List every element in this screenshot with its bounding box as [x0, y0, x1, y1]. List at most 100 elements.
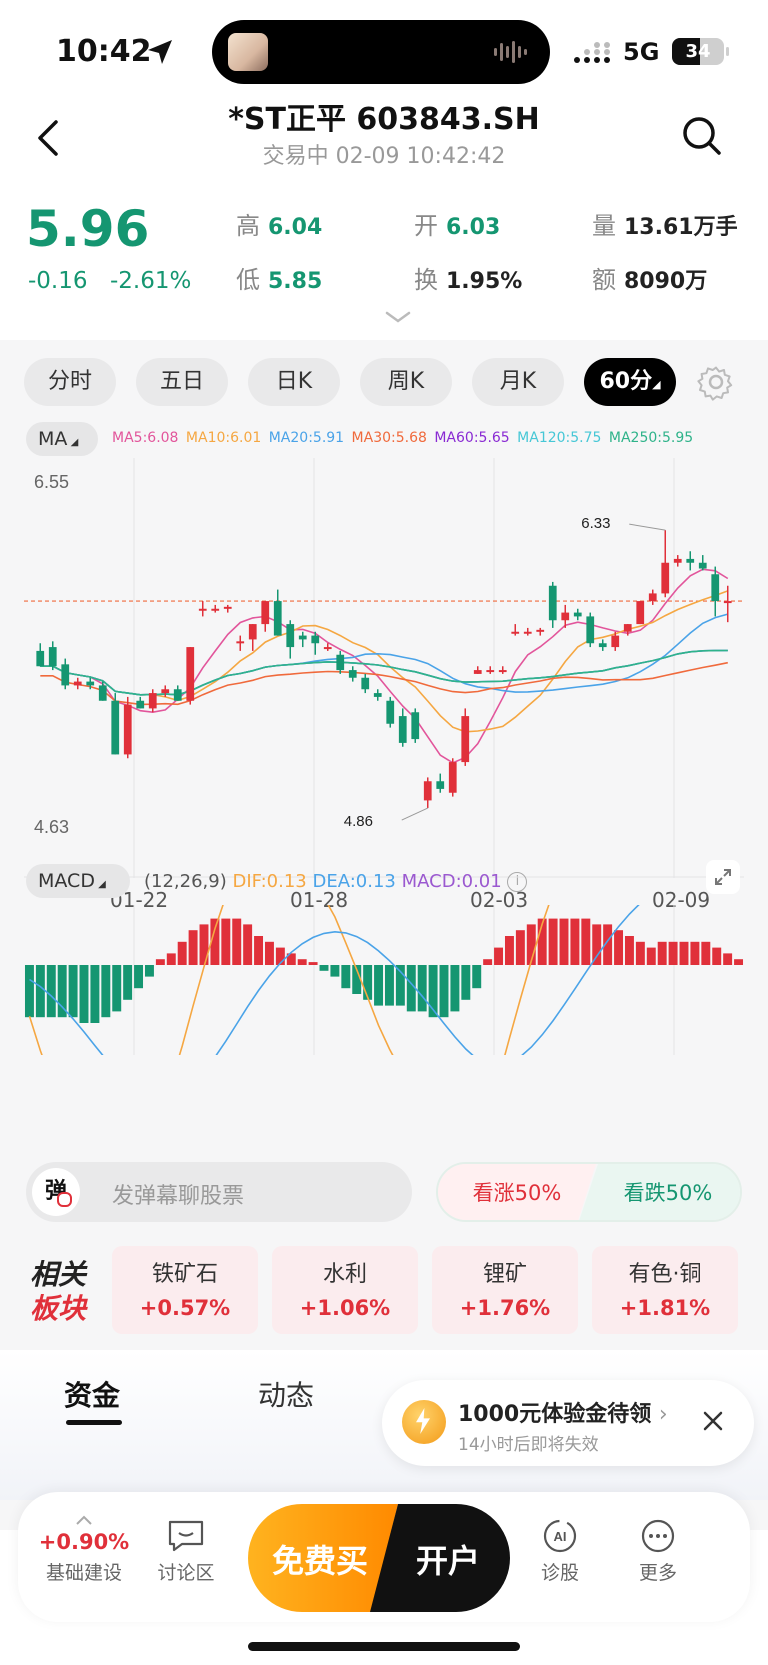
- diagnose-label: 诊股: [540, 1562, 579, 1584]
- macd-bar: [712, 947, 722, 965]
- discussion-button[interactable]: 讨论区: [146, 1492, 226, 1622]
- sector-card[interactable]: 有色·铜 +1.81%: [592, 1246, 738, 1334]
- sector-card[interactable]: 锂矿 +1.76%: [432, 1246, 578, 1334]
- chevron-down-icon[interactable]: [384, 310, 412, 324]
- macd-bar: [199, 924, 209, 965]
- fullscreen-icon[interactable]: [706, 860, 740, 894]
- macd-bar: [548, 918, 558, 965]
- ma30-value: MA30:5.68: [351, 430, 427, 446]
- macd-bar: [635, 941, 645, 965]
- sector-name: 有色·铜: [628, 1262, 702, 1287]
- tab-60min-label: 60分: [599, 369, 653, 394]
- close-icon[interactable]: [698, 1406, 728, 1436]
- min-price-label: 4.86: [344, 813, 373, 830]
- tab-news[interactable]: 动态: [258, 1374, 314, 1414]
- candle-body: [586, 616, 595, 644]
- tab-active-indicator: [66, 1420, 122, 1425]
- macd-bar: [439, 965, 449, 1018]
- buy-open-account-button[interactable]: 免费买 开户: [248, 1504, 510, 1612]
- discussion-label: 讨论区: [157, 1562, 215, 1584]
- sector-card[interactable]: 水利 +1.06%: [272, 1246, 418, 1334]
- more-button[interactable]: 更多: [618, 1492, 698, 1622]
- candle-body: [73, 681, 82, 686]
- sector-pct: +0.57%: [139, 1296, 231, 1320]
- macd-bar: [308, 962, 318, 965]
- danmu-icon: 弹: [32, 1168, 80, 1216]
- tab-monthly-k[interactable]: 月K: [472, 358, 564, 406]
- tab-intraday[interactable]: 分时: [24, 358, 116, 406]
- candle-body: [161, 689, 170, 694]
- sentiment-vote: 看涨50% 看跌50%: [436, 1162, 742, 1222]
- candle-body: [286, 624, 295, 648]
- candle-body: [623, 624, 632, 632]
- promo-banner[interactable]: 1000元体验金待领 › 14小时后即将失效: [382, 1380, 754, 1466]
- ma-indicator-select[interactable]: MA ◢: [26, 422, 98, 456]
- sector-name: 锂矿: [482, 1262, 527, 1287]
- macd-bar: [461, 965, 471, 1000]
- tab-weekly-k[interactable]: 周K: [360, 358, 452, 406]
- candle-body: [261, 601, 270, 625]
- tab-60min[interactable]: 60分◢: [584, 358, 676, 406]
- dea-value: DEA:0.13: [312, 871, 396, 892]
- candle-body: [673, 558, 682, 563]
- info-icon[interactable]: i: [507, 872, 528, 892]
- gear-icon[interactable]: [694, 360, 738, 404]
- vote-up-button[interactable]: 看涨50%: [438, 1164, 596, 1220]
- candle-body: [573, 612, 582, 617]
- candle-body: [698, 562, 707, 569]
- candle-body: [248, 624, 257, 640]
- related-sectors-title: 相关 板块: [30, 1258, 86, 1326]
- tab-funds[interactable]: 资金: [64, 1374, 120, 1414]
- candle-body: [523, 631, 532, 634]
- cellular-signal-icon: [574, 42, 610, 63]
- macd-bar: [581, 918, 591, 965]
- ma-line: [40, 649, 728, 696]
- macd-bar: [112, 965, 122, 1012]
- free-buy-label: 免费买: [272, 1542, 369, 1580]
- album-art-thumbnail: [228, 33, 268, 71]
- macd-bar: [123, 965, 133, 1000]
- candle-body: [448, 762, 457, 793]
- navigation-bar: *ST正平 603843.SH 交易中 02-09 10:42:42: [0, 86, 768, 182]
- open-stat: 开 6.03: [414, 206, 500, 241]
- danmu-input[interactable]: 弹 发弹幕聊股票: [26, 1162, 412, 1222]
- macd-indicator-select[interactable]: MACD ◢: [26, 864, 130, 898]
- volume-stat: 量 13.61万手: [592, 206, 738, 241]
- min-marker-line: [401, 807, 428, 821]
- candle-body: [323, 647, 332, 650]
- macd-bar: [723, 953, 733, 965]
- promo-subtitle: 14小时后即将失效: [458, 1435, 599, 1455]
- macd-bar: [494, 947, 504, 965]
- macd-bar: [297, 959, 307, 965]
- candle-body: [86, 681, 95, 686]
- candle-body: [123, 704, 132, 755]
- index-name: 基础建设: [45, 1562, 122, 1584]
- candle-body: [211, 608, 220, 611]
- macd-bar: [657, 941, 667, 965]
- dynamic-island[interactable]: [212, 20, 550, 84]
- candle-body: [373, 693, 382, 697]
- location-arrow-icon: [148, 40, 172, 64]
- tab-daily-k[interactable]: 日K: [248, 358, 340, 406]
- high-value: 6.04: [268, 215, 323, 240]
- macd-chart[interactable]: [24, 905, 744, 1055]
- vote-down-button[interactable]: 看跌50%: [578, 1164, 740, 1220]
- macd-bar: [90, 965, 100, 1023]
- macd-bar: [79, 965, 89, 1023]
- high-label: 高: [236, 212, 260, 240]
- sector-card[interactable]: 铁矿石 +0.57%: [112, 1246, 258, 1334]
- candlestick-chart[interactable]: 6.55 4.63 6.33 4.86: [24, 458, 744, 878]
- index-shortcut[interactable]: +0.90% 基础建设: [32, 1492, 136, 1622]
- ma-values: MA5:6.08 MA10:6.01 MA20:5.91 MA30:5.68 M…: [112, 430, 696, 446]
- candle-body: [348, 670, 357, 678]
- search-icon[interactable]: [680, 114, 724, 158]
- ai-diagnose-button[interactable]: AI 诊股: [520, 1492, 600, 1622]
- sector-name: 水利: [322, 1262, 367, 1287]
- audio-waveform-icon: [494, 41, 527, 63]
- turnover-stat: 换 1.95%: [414, 260, 522, 295]
- candle-body: [686, 558, 695, 563]
- tab-five-day[interactable]: 五日: [136, 358, 228, 406]
- ma-line: [40, 649, 728, 696]
- amount-value: 8090万: [624, 269, 708, 294]
- candle-body: [486, 670, 495, 673]
